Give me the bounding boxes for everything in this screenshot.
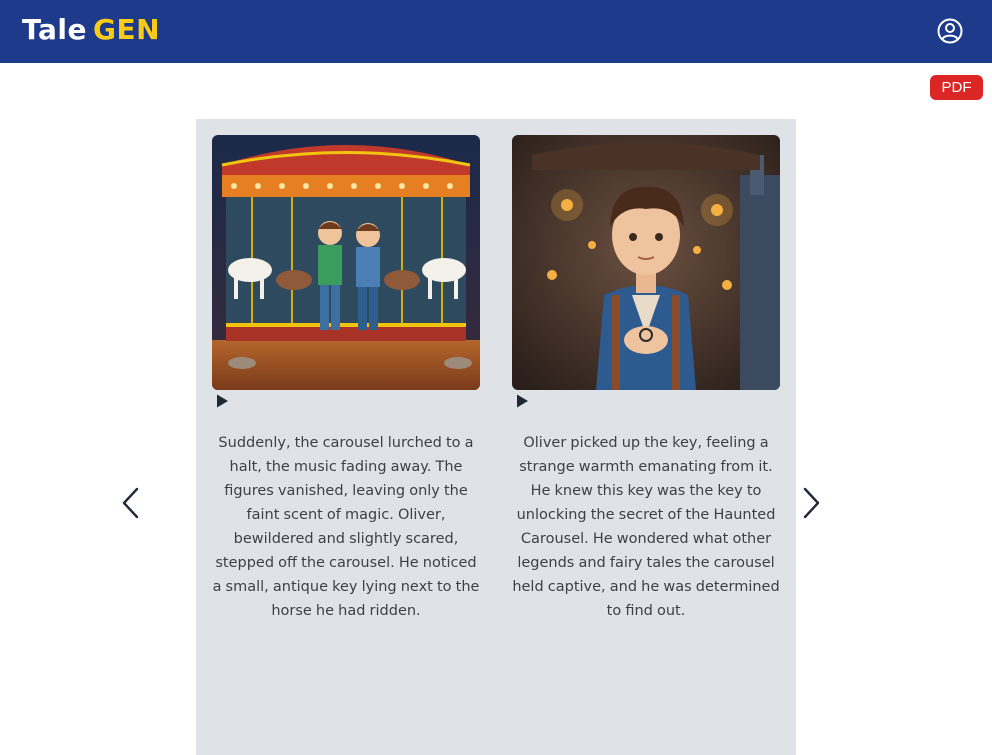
brand-word-tale: Tale [22, 13, 87, 46]
top-navbar: Tale GEN [0, 0, 992, 63]
pdf-download-button[interactable]: PDF [930, 75, 983, 100]
story-card: Suddenly, the carousel lurched to a halt… [196, 119, 496, 755]
user-circle-icon [937, 18, 963, 44]
story-card: Oliver picked up the key, feeling a stra… [496, 119, 796, 755]
carousel-two-boys-illustration [212, 135, 480, 390]
story-text: Suddenly, the carousel lurched to a halt… [212, 435, 480, 617]
chevron-right-icon[interactable] [800, 485, 822, 521]
story-carousel: Suddenly, the carousel lurched to a halt… [196, 119, 796, 755]
play-icon[interactable] [214, 393, 230, 409]
story-text: Oliver picked up the key, feeling a stra… [512, 435, 780, 617]
chevron-left-icon[interactable] [120, 485, 142, 521]
play-icon[interactable] [514, 393, 530, 409]
brand-word-gen: GEN [92, 13, 161, 46]
account-button[interactable] [936, 16, 964, 46]
story-illustration [212, 135, 480, 390]
story-illustration [512, 135, 780, 390]
boy-holding-key-illustration [512, 135, 780, 390]
brand-logo[interactable]: Tale GEN [22, 12, 160, 48]
